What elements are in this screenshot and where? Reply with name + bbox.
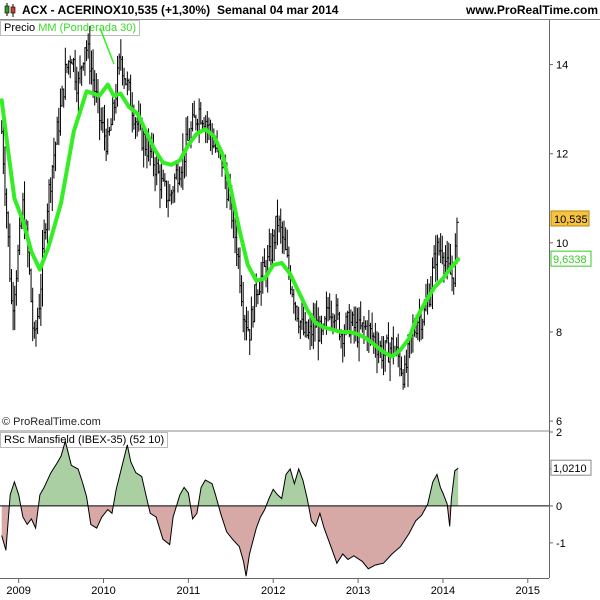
rsc-y-tick-label: -1 xyxy=(556,538,566,550)
x-tick-label: 2012 xyxy=(261,585,285,597)
last-ma-label: 9,6338 xyxy=(553,254,587,266)
chart-canvas: 68101214-1012200920102011201220132014201… xyxy=(0,19,600,597)
x-tick-label: 2009 xyxy=(6,585,30,597)
x-tick-label: 2014 xyxy=(431,585,455,597)
last-price-label: 10,535 xyxy=(554,214,588,226)
x-tick-label: 2011 xyxy=(177,585,201,597)
last-rsc-label: 1,0210 xyxy=(553,463,587,475)
price-y-tick-label: 8 xyxy=(556,327,562,339)
price-y-tick-label: 14 xyxy=(556,60,568,72)
x-tick-label: 2010 xyxy=(91,585,115,597)
x-tick-label: 2015 xyxy=(516,585,540,597)
price-bars xyxy=(1,25,459,390)
price-y-tick-label: 10 xyxy=(556,238,568,250)
x-tick-label: 2013 xyxy=(346,585,370,597)
price-y-tick-label: 12 xyxy=(556,149,568,161)
ma-legend-pointer xyxy=(99,27,115,65)
rsc-y-tick-label: 0 xyxy=(556,501,562,513)
rsc-y-tick-label: 2 xyxy=(556,427,562,439)
moving-average-line xyxy=(0,82,461,359)
